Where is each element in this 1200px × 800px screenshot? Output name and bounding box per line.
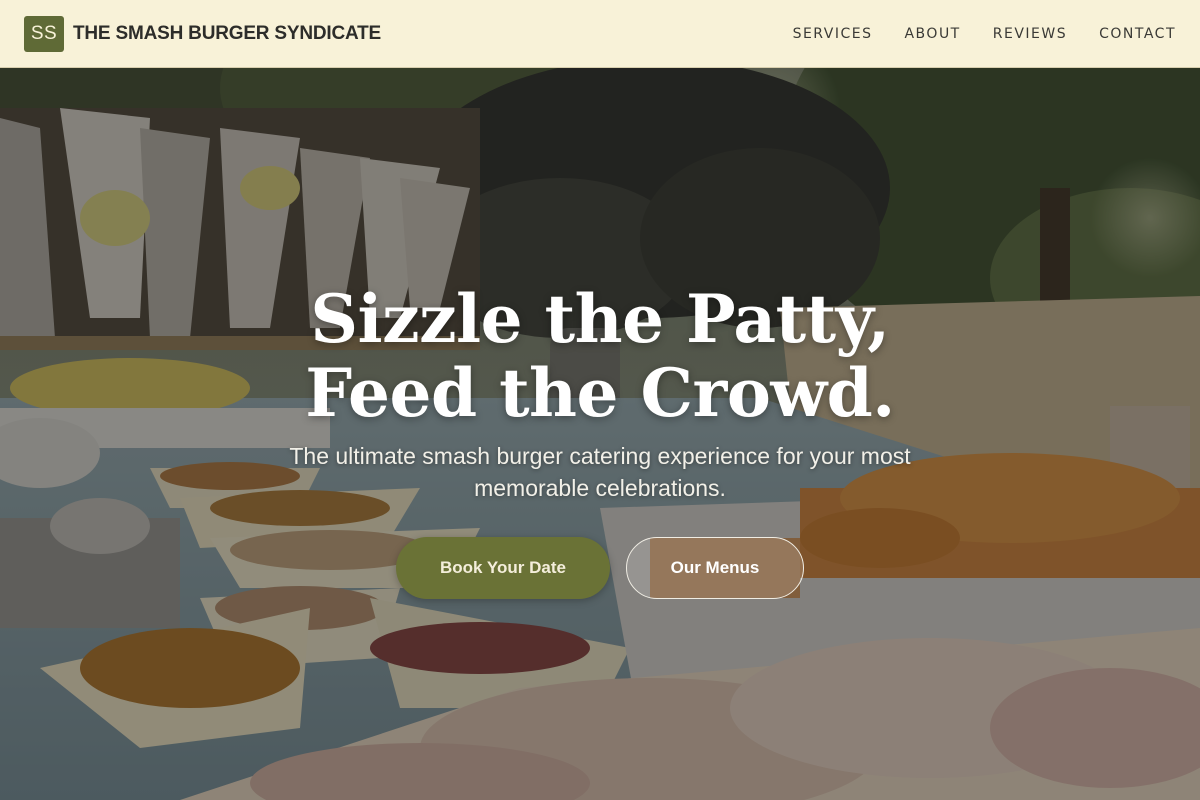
hero-subtitle: The ultimate smash burger catering exper…: [289, 443, 911, 501]
main-nav: SERVICES ABOUT REVIEWS CONTACT: [793, 26, 1176, 42]
our-menus-button[interactable]: Our Menus: [626, 537, 804, 599]
hero-title: Sizzle the Patty, Feed the Crowd.: [0, 282, 1200, 430]
nav-link-services[interactable]: SERVICES: [793, 26, 873, 42]
brand-name: THE SMASH BURGER SYNDICATE: [73, 22, 381, 44]
hero-section: Sizzle the Patty, Feed the Crowd. The ul…: [0, 68, 1200, 800]
brand-logo: SS: [24, 15, 64, 52]
hero-content: Sizzle the Patty, Feed the Crowd. The ul…: [0, 68, 1200, 800]
book-your-date-button[interactable]: Book Your Date: [396, 537, 610, 599]
hero-title-line-1: Sizzle the Patty,: [310, 280, 890, 358]
site-header: SS THE SMASH BURGER SYNDICATE SERVICES A…: [0, 0, 1200, 68]
nav-link-about[interactable]: ABOUT: [904, 26, 960, 42]
hero-title-line-2: Feed the Crowd.: [305, 354, 895, 432]
nav-link-contact[interactable]: CONTACT: [1099, 26, 1176, 42]
brand-link[interactable]: SS THE SMASH BURGER SYNDICATE: [24, 15, 381, 52]
nav-link-reviews[interactable]: REVIEWS: [993, 26, 1067, 42]
